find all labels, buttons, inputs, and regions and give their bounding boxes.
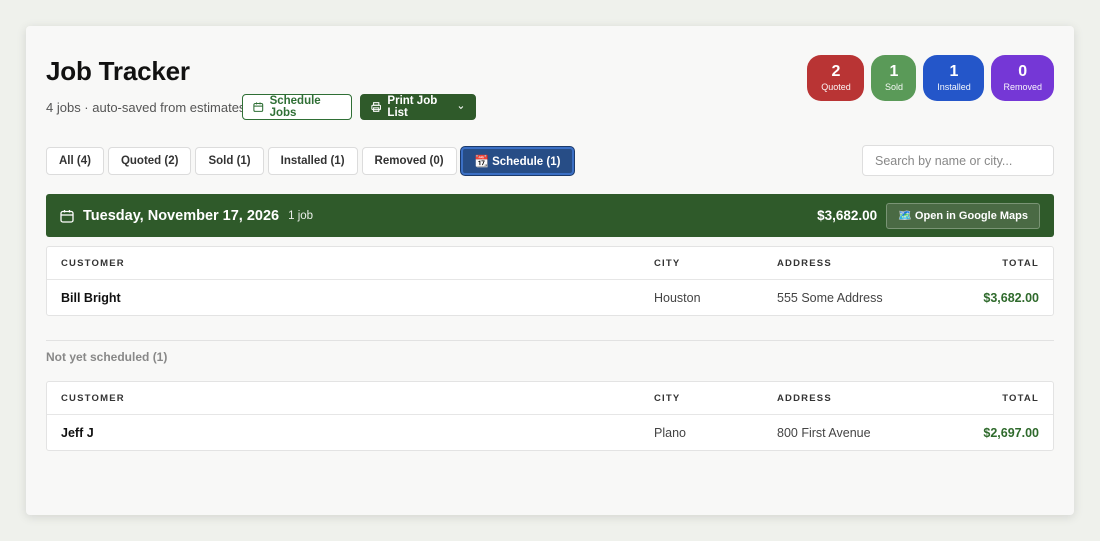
calendar-icon (60, 209, 74, 223)
job-summary-text: 4 jobs · auto-saved from estimates (46, 100, 246, 115)
column-header-total: TOTAL (1002, 257, 1039, 269)
address-cell: 555 Some Address (777, 290, 883, 305)
total-cell: $3,682.00 (983, 290, 1039, 305)
scheduled-jobs-table: CUSTOMER CITY ADDRESS TOTAL Bill Bright … (46, 246, 1054, 316)
table-header-row: CUSTOMER CITY ADDRESS TOTAL (47, 247, 1053, 280)
city-cell: Houston (654, 290, 701, 305)
tab-schedule[interactable]: 📆 Schedule (1) (460, 147, 575, 175)
tab-removed[interactable]: Removed (0) (361, 147, 457, 175)
status-badges: 2 Quoted 1 Sold 1 Installed 0 Removed (807, 55, 1054, 101)
column-header-city: CITY (654, 257, 681, 269)
tab-sold[interactable]: Sold (1) (195, 147, 264, 175)
search-input[interactable] (862, 145, 1054, 176)
filter-tabs: All (4) Quoted (2) Sold (1) Installed (1) Re… (46, 147, 575, 175)
column-header-customer: CUSTOMER (61, 392, 125, 404)
badge-count: 1 (889, 63, 899, 80)
status-badge-removed[interactable]: 0 Removed (991, 55, 1054, 101)
schedule-jobs-button[interactable]: Schedule Jobs (242, 94, 352, 120)
print-job-list-label: Print Job List (387, 95, 438, 119)
unscheduled-jobs-table: CUSTOMER CITY ADDRESS TOTAL Jeff J Plano… (46, 381, 1054, 451)
badge-label: Removed (1003, 82, 1042, 92)
table-header-row: CUSTOMER CITY ADDRESS TOTAL (47, 382, 1053, 415)
badge-count: 0 (1018, 63, 1028, 80)
section-divider (46, 340, 1054, 341)
day-total: $3,682.00 (817, 208, 878, 223)
customer-name: Jeff J (61, 425, 94, 440)
open-google-maps-button[interactable]: 🗺️ Open in Google Maps (886, 202, 1040, 229)
job-count: 1 job (288, 209, 314, 222)
customer-name: Bill Bright (61, 290, 121, 305)
column-header-total: TOTAL (1002, 392, 1039, 404)
status-badge-sold[interactable]: 1 Sold (871, 55, 917, 101)
page-title: Job Tracker (46, 56, 190, 86)
badge-count: 1 (949, 63, 959, 80)
status-badge-quoted[interactable]: 2 Quoted (807, 55, 865, 101)
badge-label: Quoted (821, 82, 851, 92)
schedule-jobs-label: Schedule Jobs (269, 95, 321, 119)
tab-all[interactable]: All (4) (46, 147, 104, 175)
job-tracker-card: Job Tracker 4 jobs · auto-saved from est… (26, 26, 1074, 515)
address-cell: 800 First Avenue (777, 425, 871, 440)
total-cell: $2,697.00 (983, 425, 1039, 440)
tab-quoted[interactable]: Quoted (2) (107, 147, 192, 175)
open-google-maps-label: 🗺️ Open in Google Maps (898, 210, 1028, 222)
schedule-date: Tuesday, November 17, 2026 (83, 207, 280, 224)
city-cell: Plano (654, 425, 686, 440)
calendar-icon (253, 102, 264, 112)
column-header-address: ADDRESS (777, 392, 832, 404)
unscheduled-section-label: Not yet scheduled (1) (46, 350, 168, 364)
column-header-customer: CUSTOMER (61, 257, 125, 269)
chevron-down-icon (458, 105, 464, 109)
status-badge-installed[interactable]: 1 Installed (923, 55, 985, 101)
printer-icon (371, 102, 382, 112)
column-header-address: ADDRESS (777, 257, 832, 269)
badge-count: 2 (831, 63, 841, 80)
badge-label: Installed (937, 82, 971, 92)
schedule-day-header: Tuesday, November 17, 2026 1 job $3,682.… (46, 194, 1054, 237)
column-header-city: CITY (654, 392, 681, 404)
table-row[interactable]: Bill Bright Houston 555 Some Address $3,… (47, 280, 1053, 315)
tab-installed[interactable]: Installed (1) (267, 147, 358, 175)
print-job-list-button[interactable]: Print Job List (360, 94, 476, 120)
table-row[interactable]: Jeff J Plano 800 First Avenue $2,697.00 (47, 415, 1053, 450)
badge-label: Sold (884, 82, 903, 92)
